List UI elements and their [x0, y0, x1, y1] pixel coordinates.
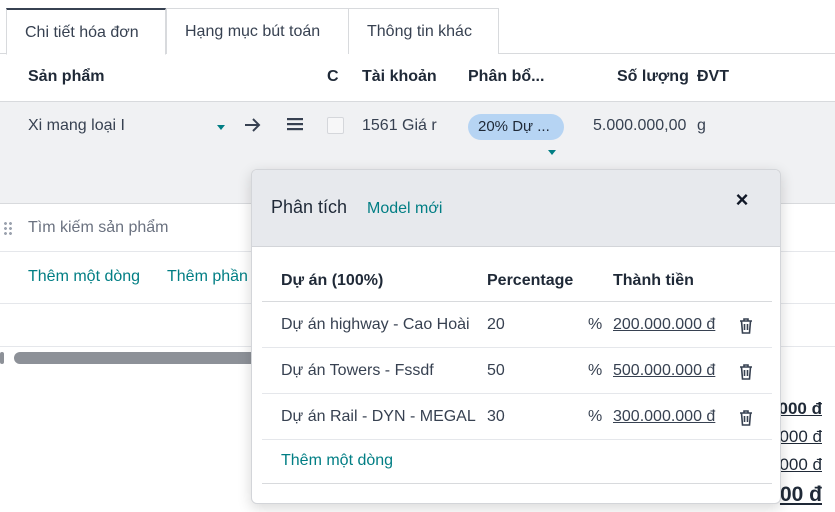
percent-symbol: % [588, 316, 603, 333]
scrollbar-left-cap[interactable] [0, 352, 4, 364]
percentage-field[interactable]: 20 [487, 316, 505, 334]
project-field[interactable]: Dự án Towers - Fssdf [281, 362, 434, 380]
popup-header: Phân tích Model mới × [252, 170, 780, 247]
add-section-link[interactable]: Thêm phần [167, 268, 248, 286]
col-project: Dự án (100%) [281, 272, 384, 289]
percentage-field[interactable]: 30 [487, 408, 505, 426]
new-model-link[interactable]: Model mới [367, 200, 442, 218]
tab-label: Hạng mục bút toán [185, 23, 321, 40]
popup-title: Phân tích [271, 197, 348, 217]
col-c[interactable]: C [327, 68, 339, 86]
add-line-link[interactable]: Thêm một dòng [281, 452, 393, 470]
col-amount: Thành tiền [613, 272, 694, 289]
amount-field[interactable]: 300.000.000 đ [613, 408, 715, 426]
col-percentage: Percentage [487, 272, 574, 289]
chevron-down-icon[interactable] [217, 125, 225, 130]
total-tax: 000 đ [779, 427, 822, 446]
notebook-tabs: Chi tiết hóa đơn Hạng mục bút toán Thông… [0, 8, 835, 55]
percent-symbol: % [588, 408, 603, 425]
total-other: 000 đ [779, 455, 822, 474]
product-field[interactable]: Xi mang loại I [28, 117, 125, 135]
percentage-field[interactable]: 50 [487, 362, 505, 380]
tab-label: Chi tiết hóa đơn [25, 24, 139, 41]
col-quantity[interactable]: Số lượng [617, 68, 689, 86]
analytic-table-header: Dự án (100%) Percentage Thành tiền [262, 258, 772, 302]
tab-label: Thông tin khác [367, 23, 472, 40]
table-row[interactable]: Dự án Rail - DYN - MEGAL 30 % 300.000.00… [262, 394, 772, 440]
line-checkbox[interactable] [327, 117, 344, 134]
distribution-badge[interactable]: 20% Dự ... [468, 114, 564, 140]
tab-invoice-lines[interactable]: Chi tiết hóa đơn [6, 8, 166, 55]
total-amount: 00 đ [779, 483, 822, 506]
tab-journal-items[interactable]: Hạng mục bút toán [166, 8, 349, 54]
col-account[interactable]: Tài khoản [362, 68, 437, 86]
trash-icon[interactable] [739, 364, 753, 380]
tab-other-info[interactable]: Thông tin khác [348, 8, 499, 54]
account-field[interactable]: 1561 Giá r [362, 117, 438, 135]
col-distribution[interactable]: Phân bổ... [468, 68, 544, 86]
table-row[interactable]: Dự án Towers - Fssdf 50 % 500.000.000 đ [262, 348, 772, 394]
amount-field[interactable]: 200.000.000 đ [613, 316, 715, 334]
analytic-distribution-popup: Phân tích Model mới × Dự án (100%) Perce… [251, 169, 781, 504]
analytic-add-row: Thêm một dòng [262, 438, 772, 484]
total-untaxed: 000 đ [778, 399, 822, 418]
product-search-input[interactable]: Tìm kiếm sản phẩm [28, 219, 168, 237]
uom-field[interactable]: g [697, 117, 706, 135]
col-uom[interactable]: ĐVT [697, 68, 729, 86]
menu-lines-icon[interactable] [287, 117, 303, 131]
lines-table-header: Sản phẩm C Tài khoản Phân bổ... Số lượng… [0, 54, 835, 102]
project-field[interactable]: Dự án highway - Cao Hoài [281, 316, 470, 334]
project-field[interactable]: Dự án Rail - DYN - MEGAL [281, 408, 476, 426]
drag-handle-icon[interactable] [3, 221, 13, 235]
percent-symbol: % [588, 362, 603, 379]
chevron-down-icon[interactable] [548, 150, 556, 155]
trash-icon[interactable] [739, 410, 753, 426]
close-icon[interactable]: × [734, 189, 750, 211]
add-line-link[interactable]: Thêm một dòng [28, 268, 140, 286]
trash-icon[interactable] [739, 318, 753, 334]
col-product[interactable]: Sản phẩm [28, 68, 104, 86]
scrollbar-thumb[interactable] [14, 352, 259, 364]
quantity-field[interactable]: 5.000.000,00 [593, 117, 686, 135]
amount-field[interactable]: 500.000.000 đ [613, 362, 715, 380]
arrow-right-icon[interactable] [244, 117, 262, 133]
table-row[interactable]: Dự án highway - Cao Hoài 20 % 200.000.00… [262, 302, 772, 348]
horizontal-scrollbar[interactable] [0, 352, 259, 364]
